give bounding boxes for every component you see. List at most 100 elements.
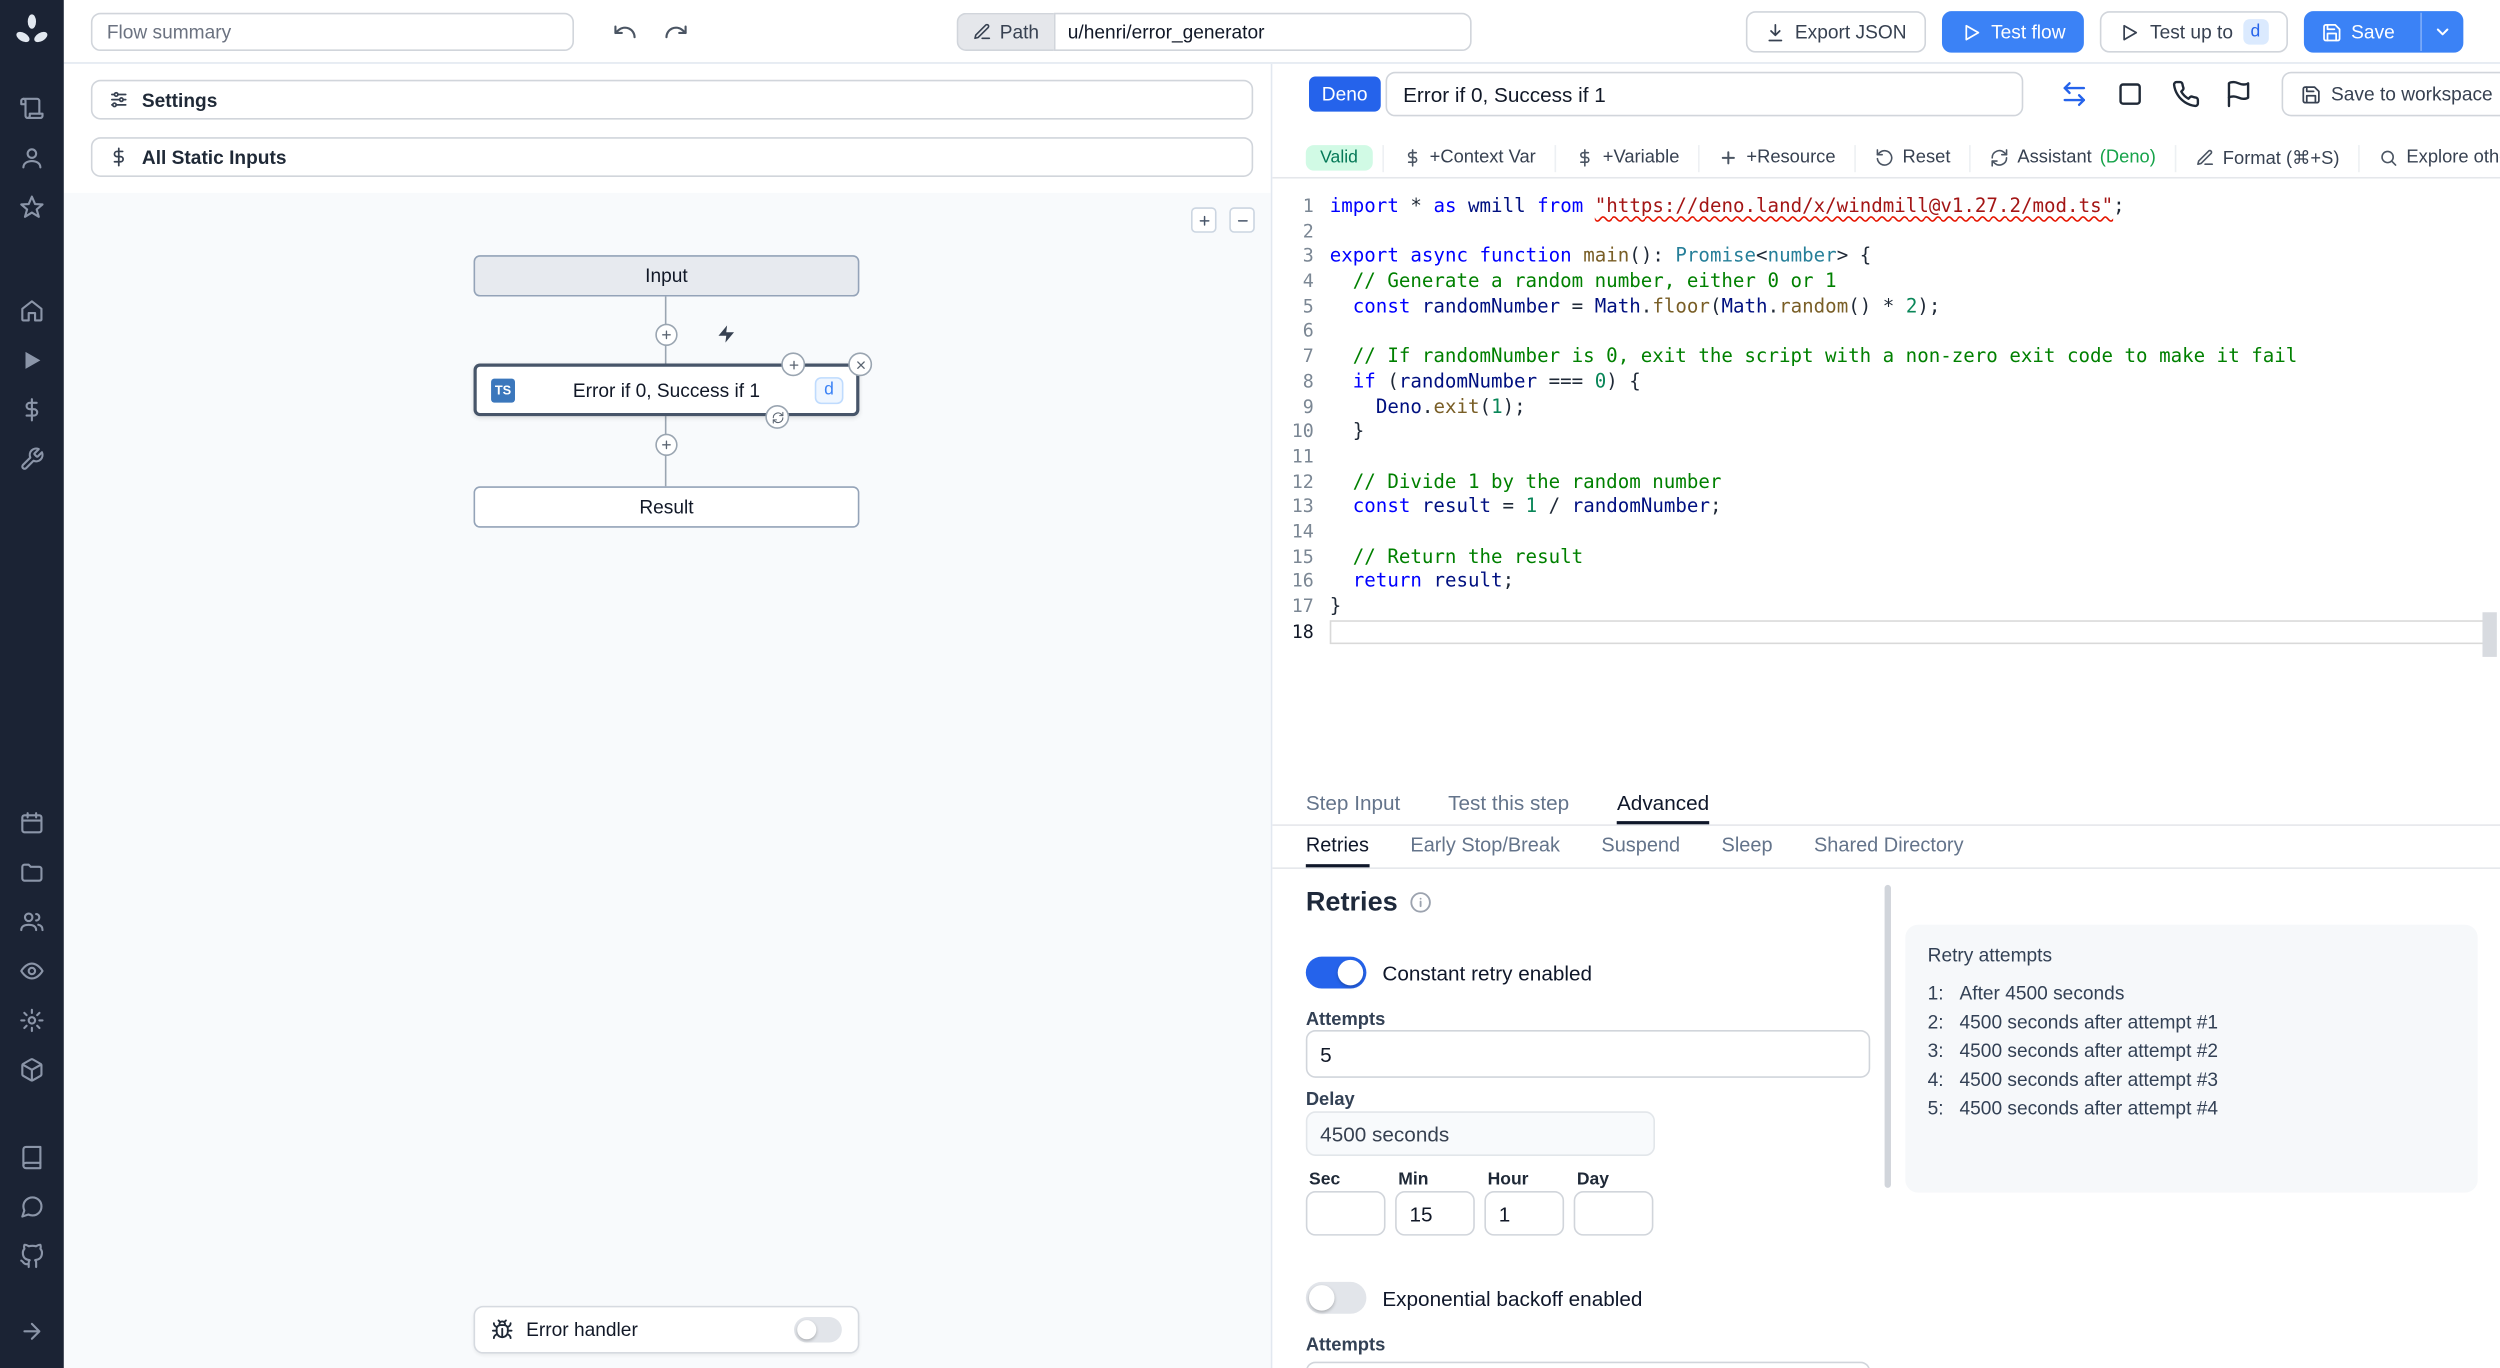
step-node-label: Error if 0, Success if 1 [572,378,761,401]
play-icon[interactable] [19,348,45,374]
step-title-input[interactable] [1385,71,2024,117]
dollar-icon [1403,148,1422,167]
flow-summary-input[interactable] [90,12,574,52]
topbar: Path Export JSON Test flow Test up to d [63,0,2500,64]
bug-icon [491,1319,513,1341]
info-icon[interactable] [1409,891,1431,913]
save-button[interactable]: Save [2305,13,2411,51]
add-resource-button[interactable]: +Resource [1698,144,1855,172]
eye-icon[interactable] [19,958,45,984]
save-to-workspace-button[interactable]: Save to workspace [2281,71,2500,117]
min-input[interactable] [1395,1191,1475,1236]
tab-step-input[interactable]: Step Input [1306,784,1401,824]
add-variable-button[interactable]: +Variable [1554,144,1699,172]
subtab-suspend[interactable]: Suspend [1601,826,1680,867]
window-icon[interactable] [2116,80,2145,109]
exponential-backoff-toggle[interactable] [1305,1281,1367,1314]
scroll-icon[interactable] [19,96,45,122]
play-icon [2120,22,2141,43]
editor-scrollbar[interactable] [2482,612,2497,657]
subtab-shared-directory[interactable]: Shared Directory [1814,826,1964,867]
save-dropdown-button[interactable] [2420,12,2461,52]
attempts-input-bottom[interactable] [1305,1361,1871,1368]
package-icon[interactable] [19,1057,45,1083]
code-line: const randomNumber = Math.floor(Math.ran… [1352,294,1941,317]
insert-step-button[interactable] [655,433,678,456]
gear-icon[interactable] [19,1008,45,1034]
all-static-inputs-bar[interactable]: All Static Inputs [90,137,1254,177]
users-icon[interactable] [19,909,45,935]
insert-step-button[interactable] [655,323,678,346]
error-handler-bar[interactable]: Error handler [473,1305,860,1354]
error-handler-toggle[interactable] [794,1316,842,1343]
code-line: export async function main(): Promise<nu… [1329,244,1872,267]
result-node-label: Result [639,495,694,519]
tab-test-this-step[interactable]: Test this step [1448,784,1569,824]
path-label: Path [999,20,1040,44]
input-node[interactable]: Input [473,255,860,297]
dollar-icon [108,147,129,168]
sec-label: Sec [1309,1170,1341,1190]
sec-input[interactable] [1305,1191,1386,1236]
trigger-bolt-icon[interactable] [716,324,737,345]
github-icon[interactable] [19,1244,45,1270]
assistant-button[interactable]: Assistant (Deno) [1969,144,2175,172]
star-icon[interactable] [19,195,45,221]
export-icon [1765,22,1786,43]
redo-icon[interactable] [663,19,689,45]
delay-input[interactable] [1305,1111,1655,1156]
arrow-right-icon[interactable] [19,1319,45,1345]
format-button[interactable]: Format (⌘+S) [2174,144,2359,172]
subtab-sleep[interactable]: Sleep [1722,826,1773,867]
code-content: import * as wmill from "https://deno.lan… [1329,195,2485,645]
test-up-to-button[interactable]: Test up to d [2100,11,2288,53]
line-number: 7 [1302,344,1314,367]
result-node[interactable]: Result [473,486,860,528]
windmill-logo-icon[interactable] [13,13,51,51]
line-number: 18 [1291,619,1314,643]
sidebar [0,0,64,1368]
dollar-icon[interactable] [19,397,45,423]
tab-advanced[interactable]: Advanced [1616,784,1710,825]
attempts-input[interactable] [1305,1029,1871,1078]
line-number: 5 [1302,294,1314,317]
explore-scripts-button[interactable]: Explore other s [2358,144,2500,172]
book-icon[interactable] [19,1145,45,1171]
flag-icon[interactable] [2224,80,2253,109]
calendar-icon[interactable] [19,810,45,836]
home-icon[interactable] [19,298,45,324]
delete-step-button[interactable] [848,352,873,377]
zoom-out-button[interactable] [1229,207,1255,233]
day-input[interactable] [1573,1191,1654,1236]
line-number: 12 [1291,469,1314,492]
panel-scrollbar[interactable] [1884,884,1891,1188]
insert-branch-button[interactable] [781,352,806,377]
exponential-backoff-label: Exponential backoff enabled [1382,1285,1643,1310]
subtab-early-stop[interactable]: Early Stop/Break [1410,826,1560,867]
path-input[interactable] [1053,12,1472,52]
swap-diff-icon[interactable] [2060,80,2089,109]
add-context-var-button[interactable]: +Context Var [1381,144,1555,172]
user-icon[interactable] [19,145,45,171]
test-flow-button[interactable]: Test flow [1941,11,2085,53]
phone-webhook-icon[interactable] [2172,80,2201,109]
restart-step-button[interactable] [765,404,790,429]
wrench-icon[interactable] [19,446,45,472]
topbar-actions: Export JSON Test flow Test up to d Save [1745,11,2464,53]
undo-icon[interactable] [612,19,638,45]
discord-icon[interactable] [19,1194,45,1220]
valid-badge: Valid [1305,145,1373,171]
flow-settings-bar[interactable]: Settings [90,79,1254,120]
export-json-button[interactable]: Export JSON [1745,11,1926,53]
constant-retry-toggle[interactable] [1305,956,1367,989]
reset-button[interactable]: Reset [1854,144,1970,172]
hour-input[interactable] [1484,1191,1565,1236]
subtab-retries[interactable]: Retries [1305,826,1369,868]
zoom-in-button[interactable] [1191,207,1217,233]
code-line: if (randomNumber === 0) { [1352,369,1641,392]
code-editor[interactable]: 1 2 3 4 5 6 7 8 9 10 11 12 13 14 15 16 17 18 import * as … [1272,179,2500,785]
min-label: Min [1398,1170,1429,1190]
line-number: 3 [1302,244,1314,267]
folder-icon[interactable] [19,859,45,885]
